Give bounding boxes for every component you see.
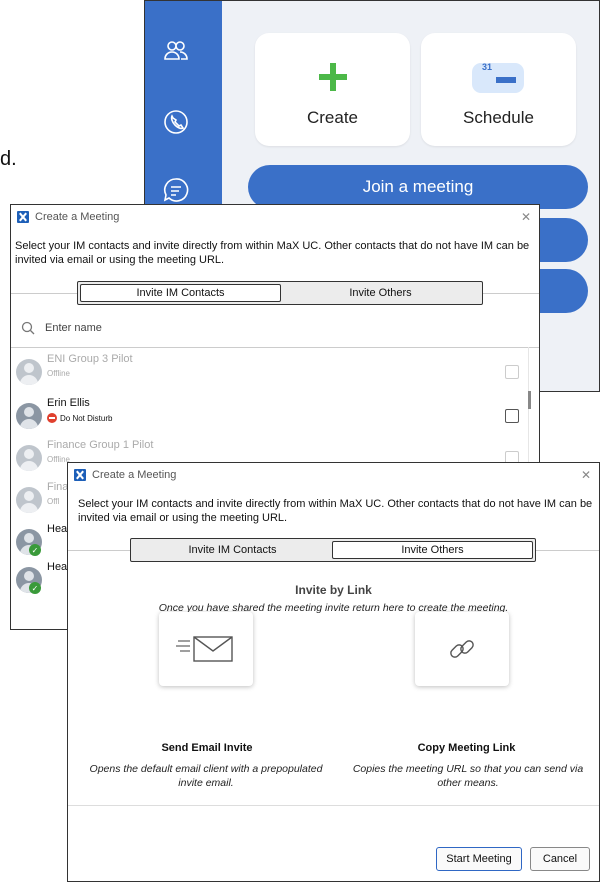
background-text-fragment: d.	[0, 148, 17, 170]
available-icon: ✓	[29, 544, 41, 556]
copy-link-card[interactable]	[415, 612, 509, 686]
contact-name: Hea	[47, 561, 68, 573]
do-not-disturb-icon	[47, 413, 57, 423]
search-icon	[21, 321, 35, 335]
contact-status-text: Do Not Disturb	[60, 413, 113, 423]
maxuc-logo-icon	[74, 469, 86, 481]
contact-checkbox[interactable]	[505, 409, 519, 423]
contact-name: Fina	[47, 481, 69, 493]
invite-tab-switch: Invite IM Contacts Invite Others	[130, 538, 536, 562]
create-meeting-dialog-others: Create a Meeting ✕ Select your IM contac…	[67, 462, 600, 882]
divider	[68, 805, 599, 806]
tab-invite-im-contacts[interactable]: Invite IM Contacts	[80, 284, 281, 302]
copy-link-desc: Copies the meeting URL so that you can s…	[352, 763, 584, 789]
close-icon[interactable]: ✕	[521, 210, 531, 224]
contact-name: ENI Group 3 Pilot	[47, 353, 133, 365]
avatar	[16, 359, 42, 385]
avatar	[16, 445, 42, 471]
copy-link-label: Copy Meeting Link	[417, 742, 516, 754]
chat-icon[interactable]	[161, 175, 191, 205]
invite-subheading: Once you have shared the meeting invite …	[158, 602, 509, 614]
contact-row[interactable]: Erin Ellis Do Not Disturb	[11, 393, 539, 437]
available-icon: ✓	[29, 582, 41, 594]
contact-name: Hea	[47, 523, 68, 535]
plus-icon	[317, 61, 349, 98]
link-icon	[450, 640, 474, 658]
tab-invite-others[interactable]: Invite Others	[332, 541, 533, 559]
envelope-icon	[176, 636, 233, 662]
divider	[11, 347, 539, 348]
calendar-icon: 31	[470, 59, 526, 95]
send-email-desc: Opens the default email client with a pr…	[89, 763, 323, 789]
maxuc-logo-icon	[17, 211, 29, 223]
invite-tab-switch: Invite IM Contacts Invite Others	[77, 281, 483, 305]
contact-name: Finance Group 1 Pilot	[47, 439, 154, 451]
dialog-description: Select your IM contacts and invite direc…	[15, 240, 530, 266]
phone-icon[interactable]	[161, 107, 191, 137]
contact-name: Erin Ellis	[47, 397, 90, 409]
invite-heading: Invite by Link	[295, 583, 372, 597]
contact-checkbox[interactable]	[505, 365, 519, 379]
create-tile[interactable]: Create	[255, 33, 410, 146]
dialog-title: Create a Meeting	[92, 469, 177, 481]
send-email-card[interactable]	[159, 612, 253, 686]
tab-invite-im-contacts[interactable]: Invite IM Contacts	[133, 541, 332, 559]
cancel-button[interactable]: Cancel	[530, 847, 590, 871]
avatar	[16, 487, 42, 513]
contacts-icon[interactable]	[161, 36, 191, 66]
dialog-description: Select your IM contacts and invite direc…	[78, 498, 593, 524]
start-meeting-button[interactable]: Start Meeting	[436, 847, 522, 871]
contact-status: Do Not Disturb	[47, 413, 112, 423]
schedule-tile[interactable]: 31 Schedule	[421, 33, 576, 146]
send-email-label: Send Email Invite	[161, 742, 253, 754]
dialog-titlebar: Create a Meeting ✕	[68, 463, 599, 487]
tab-invite-others[interactable]: Invite Others	[281, 284, 480, 302]
dialog-title: Create a Meeting	[35, 211, 120, 223]
dialog-titlebar: Create a Meeting ✕	[11, 205, 539, 229]
avatar	[16, 403, 42, 429]
schedule-label: Schedule	[463, 108, 534, 127]
calendar-badge: 31	[482, 62, 493, 72]
contact-row[interactable]: ENI Group 3 Pilot Offline	[11, 349, 539, 393]
contact-status: Offline	[47, 369, 70, 378]
create-label: Create	[306, 108, 359, 127]
join-meeting-button[interactable]: Join a meeting	[248, 165, 588, 209]
contact-status: Offl	[47, 497, 60, 506]
close-icon[interactable]: ✕	[581, 468, 591, 482]
contact-search[interactable]: Enter name	[11, 313, 539, 343]
search-input[interactable]: Enter name	[45, 322, 102, 334]
